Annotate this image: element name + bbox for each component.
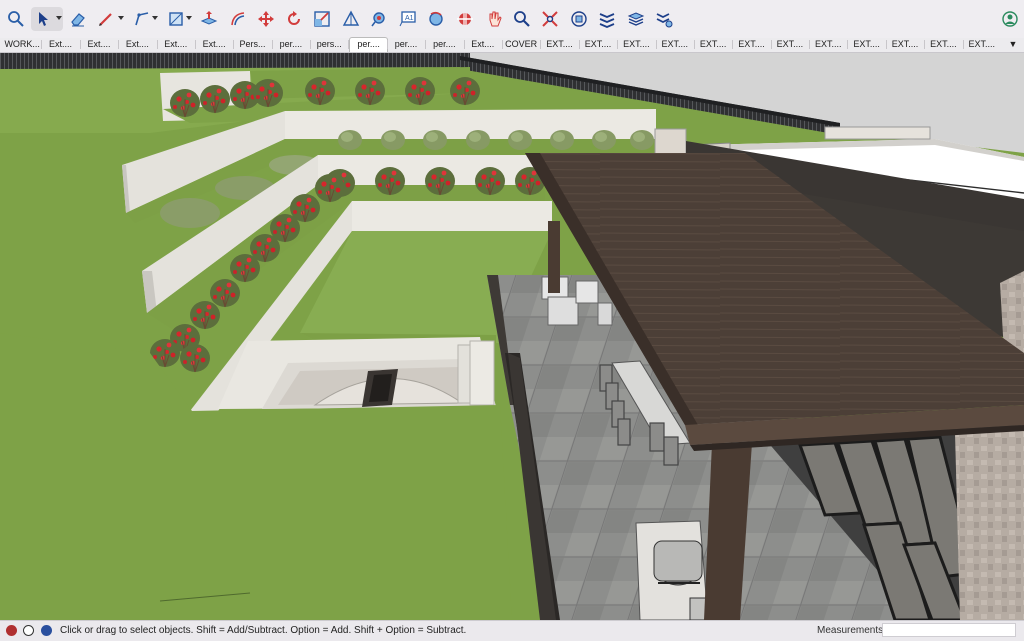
scene-tab[interactable]: EXT.... xyxy=(964,38,1000,51)
tab-separator xyxy=(962,40,964,49)
scene-tab[interactable]: Pers... xyxy=(234,38,270,51)
tape-measure-icon[interactable] xyxy=(339,7,363,31)
measurements-input[interactable] xyxy=(882,623,1016,637)
chevron-down-icon[interactable] xyxy=(56,16,62,20)
components-icon[interactable] xyxy=(567,7,591,31)
scene-tab[interactable]: Ext.... xyxy=(81,38,117,51)
tab-separator xyxy=(732,40,734,49)
status-bar: Click or drag to select objects. Shift =… xyxy=(0,620,1024,641)
scene-tab[interactable]: COVER xyxy=(503,38,539,51)
tab-separator xyxy=(655,40,657,49)
tab-separator xyxy=(118,40,120,49)
tab-separator xyxy=(271,40,273,49)
tab-separator xyxy=(348,40,350,49)
zoom-icon[interactable] xyxy=(510,7,534,31)
chevron-down-icon[interactable] xyxy=(186,16,192,20)
scene-tab[interactable]: EXT.... xyxy=(618,38,654,51)
model-viewport[interactable] xyxy=(0,53,1024,620)
scene-tab[interactable]: per.... xyxy=(273,38,309,51)
tab-separator xyxy=(809,40,811,49)
user-credit-icon[interactable] xyxy=(41,625,52,636)
orbit-icon[interactable] xyxy=(424,7,448,31)
scene-tab[interactable]: EXT.... xyxy=(733,38,769,51)
scene-tab[interactable]: EXT.... xyxy=(541,38,577,51)
scene-tab[interactable]: EXT.... xyxy=(580,38,616,51)
measurements-label: Measurements xyxy=(817,625,884,636)
scene-tab[interactable]: EXT.... xyxy=(695,38,731,51)
scene-tab[interactable]: Ext.... xyxy=(119,38,155,51)
zoom-extents-icon[interactable] xyxy=(538,7,562,31)
rectangle-icon[interactable] xyxy=(164,7,188,31)
tab-separator xyxy=(425,40,427,49)
scene-tab[interactable]: EXT.... xyxy=(887,38,923,51)
scene-tab[interactable]: per.... xyxy=(349,37,388,52)
scene-tab[interactable]: EXT.... xyxy=(848,38,884,51)
geo-location-icon[interactable] xyxy=(6,625,17,636)
tab-separator xyxy=(41,40,43,49)
scene-tab[interactable]: WORK... xyxy=(4,38,40,51)
move-icon[interactable] xyxy=(254,7,278,31)
scene-tab[interactable]: EXT.... xyxy=(657,38,693,51)
main-toolbar: A1 xyxy=(0,0,1024,39)
offset-icon[interactable] xyxy=(226,7,250,31)
chevron-down-icon[interactable] xyxy=(152,16,158,20)
scene-tab[interactable]: Ext.... xyxy=(465,38,501,51)
tab-separator xyxy=(770,40,772,49)
scene-tab[interactable]: Ext.... xyxy=(42,38,78,51)
scene-tab[interactable]: Ext.... xyxy=(196,38,232,51)
arc-icon[interactable] xyxy=(130,7,154,31)
tab-separator xyxy=(885,40,887,49)
tab-separator xyxy=(310,40,312,49)
scene-tab[interactable]: EXT.... xyxy=(810,38,846,51)
hand-pan-icon[interactable] xyxy=(482,7,506,31)
chevron-down-icon[interactable] xyxy=(118,16,124,20)
tags-settings-icon[interactable] xyxy=(652,7,676,31)
scene-tab[interactable]: pers... xyxy=(311,38,347,51)
tab-separator xyxy=(463,40,465,49)
tab-separator xyxy=(194,40,196,49)
scene-tabs: WORK... Ext.... Ext.... Ext.... Ext.... Ext..… xyxy=(0,37,1024,53)
scene-tab[interactable]: EXT.... xyxy=(925,38,961,51)
search-icon[interactable] xyxy=(4,7,28,31)
scene-tab[interactable]: EXT.... xyxy=(772,38,808,51)
scene-tab[interactable]: Ext.... xyxy=(158,38,194,51)
tab-separator xyxy=(617,40,619,49)
scene-tab[interactable]: per.... xyxy=(388,38,424,51)
text-tool-icon[interactable]: A1 xyxy=(396,7,420,31)
tab-separator xyxy=(578,40,580,49)
paint-bucket-icon[interactable] xyxy=(367,7,391,31)
tab-separator xyxy=(502,40,503,49)
account-icon[interactable] xyxy=(998,7,1022,31)
info-icon[interactable] xyxy=(23,625,34,636)
status-hint-text: Click or drag to select objects. Shift =… xyxy=(60,625,467,636)
tab-separator xyxy=(386,40,388,49)
scale-icon[interactable] xyxy=(310,7,334,31)
tab-separator xyxy=(847,40,849,49)
eraser-icon[interactable] xyxy=(66,7,90,31)
scene-tab[interactable]: per.... xyxy=(426,38,462,51)
section-plane-icon[interactable] xyxy=(453,7,477,31)
tab-separator xyxy=(233,40,235,49)
scene-tabs-overflow-button[interactable]: ▼ xyxy=(1006,38,1020,51)
layers-icon[interactable] xyxy=(624,7,648,31)
tab-separator xyxy=(156,40,158,49)
tab-separator xyxy=(79,40,81,49)
svg-text:A1: A1 xyxy=(405,15,414,22)
tab-separator xyxy=(540,40,542,49)
tags-icon[interactable] xyxy=(595,7,619,31)
rotate-icon[interactable] xyxy=(282,7,306,31)
push-pull-icon[interactable] xyxy=(197,7,221,31)
pencil-line-icon[interactable] xyxy=(94,7,118,31)
tab-separator xyxy=(693,40,695,49)
tab-separator xyxy=(924,40,926,49)
